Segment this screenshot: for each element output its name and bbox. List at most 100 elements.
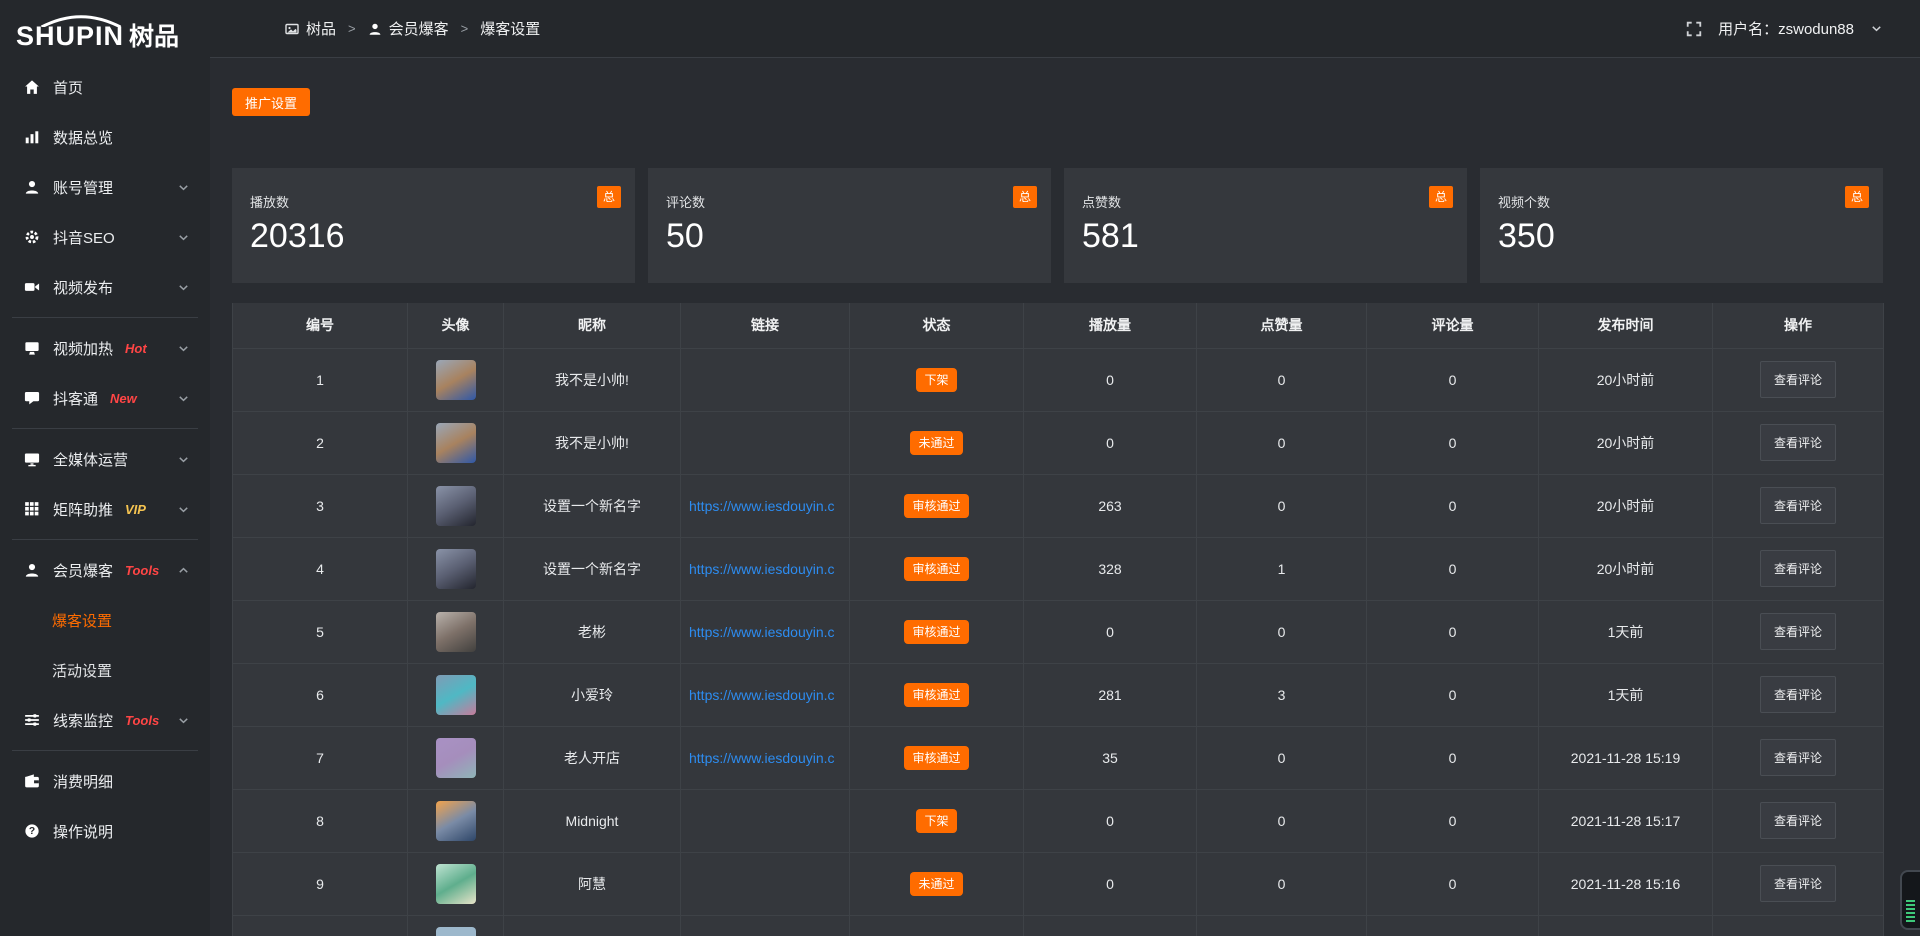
chevron-down-icon <box>177 231 190 244</box>
link-cell <box>681 852 850 915</box>
sidebar-item-douke-tong[interactable]: 抖客通New <box>0 373 210 423</box>
stat-value: 20316 <box>250 219 617 253</box>
status-badge: 审核通过 <box>904 557 968 581</box>
row-id: 6 <box>233 663 408 726</box>
view-comments-button[interactable]: 查看评论 <box>1760 802 1836 839</box>
view-comments-button[interactable]: 查看评论 <box>1760 424 1836 461</box>
row-id: 8 <box>233 789 408 852</box>
heat-icon <box>24 340 40 356</box>
avatar <box>436 927 476 936</box>
sidebar-item-video-heat[interactable]: 视频加热Hot <box>0 323 210 373</box>
sidebar-item-clue-monitor[interactable]: 线索监控Tools <box>0 695 210 745</box>
sidebar-item-label: 抖客通 <box>53 388 98 409</box>
publish-time: 2021-11-28 15:16 <box>1539 852 1713 915</box>
sidebar-item-all-media-operation[interactable]: 全媒体运营 <box>0 434 210 484</box>
username[interactable]: 用户名：zswodun88 <box>1718 18 1854 39</box>
table-row: 2我不是小帅!未通过00020小时前查看评论 <box>233 411 1884 474</box>
comments-value: 0 <box>1367 474 1539 537</box>
nickname: 老人开店 <box>504 726 681 789</box>
nickname: 阿慧 <box>504 852 681 915</box>
publish-time: 20小时前 <box>1539 411 1713 474</box>
sidebar-subitem-activity-settings[interactable]: 活动设置 <box>0 645 210 695</box>
status-badge: 审核通过 <box>904 683 968 707</box>
sidebar-item-data-overview[interactable]: 数据总览 <box>0 112 210 162</box>
video-link[interactable]: https://www.iesdouyin.c <box>689 624 835 640</box>
sidebar-item-consumption-details[interactable]: 消费明细 <box>0 756 210 806</box>
breadcrumb-item-baoke-settings[interactable]: 爆客设置 <box>480 18 540 39</box>
link-cell: https://www.iesdouyin.c <box>681 474 850 537</box>
publish-time: 1天前 <box>1539 600 1713 663</box>
avatar <box>436 801 476 841</box>
monitor-icon <box>24 451 40 467</box>
table-row: 7老人开店https://www.iesdouyin.c审核通过35002021… <box>233 726 1884 789</box>
view-comments-button[interactable]: 查看评论 <box>1760 361 1836 398</box>
view-comments-button[interactable]: 查看评论 <box>1760 676 1836 713</box>
comments-value: 0 <box>1367 537 1539 600</box>
comments-value <box>1367 915 1539 936</box>
video-link[interactable]: https://www.iesdouyin.c <box>689 687 835 703</box>
fullscreen-icon[interactable] <box>1686 21 1702 37</box>
menu-badge: Tools <box>125 563 159 578</box>
comments-value: 0 <box>1367 348 1539 411</box>
breadcrumb-label: 爆客设置 <box>480 18 540 39</box>
chevron-down-icon[interactable] <box>1870 22 1883 35</box>
status-badge: 审核通过 <box>904 494 968 518</box>
column-header: 点赞量 <box>1197 303 1367 348</box>
status-cell <box>850 915 1024 936</box>
publish-time: 20小时前 <box>1539 474 1713 537</box>
link-cell: https://www.iesdouyin.c <box>681 663 850 726</box>
avatar <box>436 549 476 589</box>
chevron-up-icon <box>177 564 190 577</box>
nickname: 设置一个新名字 <box>504 474 681 537</box>
app-logo[interactable]: SHUPIN 树品 <box>0 0 210 58</box>
sidebar-item-label: 视频加热 <box>53 338 113 359</box>
avatar-cell <box>408 600 504 663</box>
view-comments-button[interactable]: 查看评论 <box>1760 487 1836 524</box>
plays-value: 35 <box>1024 726 1197 789</box>
menu-badge: Tools <box>125 713 159 728</box>
comments-value: 0 <box>1367 411 1539 474</box>
video-link[interactable]: https://www.iesdouyin.c <box>689 498 835 514</box>
view-comments-button[interactable]: 查看评论 <box>1760 739 1836 776</box>
chevron-down-icon <box>177 342 190 355</box>
view-comments-button[interactable]: 查看评论 <box>1760 550 1836 587</box>
sidebar-item-home[interactable]: 首页 <box>0 62 210 112</box>
link-cell: https://www.iesdouyin.c <box>681 726 850 789</box>
likes-value: 0 <box>1197 789 1367 852</box>
svg-text:?: ? <box>29 826 35 837</box>
nickname: 老彬 <box>504 600 681 663</box>
total-badge: 总 <box>1013 186 1037 208</box>
status-badge: 未通过 <box>910 872 962 896</box>
avatar-cell <box>408 915 504 936</box>
view-comments-button[interactable]: 查看评论 <box>1760 865 1836 902</box>
page-content: 推广设置 播放数20316总评论数50总点赞数581总视频个数350总 编号头像… <box>210 58 1920 936</box>
status-badge: 下架 <box>916 809 956 833</box>
logo-arc <box>26 15 136 27</box>
view-comments-button[interactable]: 查看评论 <box>1760 613 1836 650</box>
avatar <box>436 423 476 463</box>
sidebar-item-douyin-seo[interactable]: 抖音SEO <box>0 212 210 262</box>
video-link[interactable]: https://www.iesdouyin.c <box>689 561 835 577</box>
breadcrumb-item-member-baoke[interactable]: 会员爆客 <box>368 18 449 39</box>
sidebar-subitem-baoke-settings[interactable]: 爆客设置 <box>0 595 210 645</box>
breadcrumb-separator: > <box>461 21 469 36</box>
sidebar-item-account-management[interactable]: 账号管理 <box>0 162 210 212</box>
corner-widget[interactable] <box>1900 870 1920 930</box>
grid-icon <box>24 501 40 517</box>
video-link[interactable]: https://www.iesdouyin.c <box>689 750 835 766</box>
sidebar-item-member-baoke[interactable]: 会员爆客Tools <box>0 545 210 595</box>
plays-value: 0 <box>1024 600 1197 663</box>
sidebar-item-matrix-boost[interactable]: 矩阵助推VIP <box>0 484 210 534</box>
breadcrumb-item-shupin[interactable]: 树品 <box>285 18 336 39</box>
row-id: 3 <box>233 474 408 537</box>
sidebar-item-operation-guide[interactable]: ?操作说明 <box>0 806 210 856</box>
avatar <box>436 675 476 715</box>
sidebar-subitem-label: 活动设置 <box>52 660 112 681</box>
promotion-settings-button[interactable]: 推广设置 <box>232 88 310 116</box>
action-cell: 查看评论 <box>1713 600 1884 663</box>
comments-value: 0 <box>1367 600 1539 663</box>
sidebar-item-video-publish[interactable]: 视频发布 <box>0 262 210 312</box>
sidebar-item-label: 首页 <box>53 77 83 98</box>
likes-value: 3 <box>1197 663 1367 726</box>
link-cell <box>681 411 850 474</box>
